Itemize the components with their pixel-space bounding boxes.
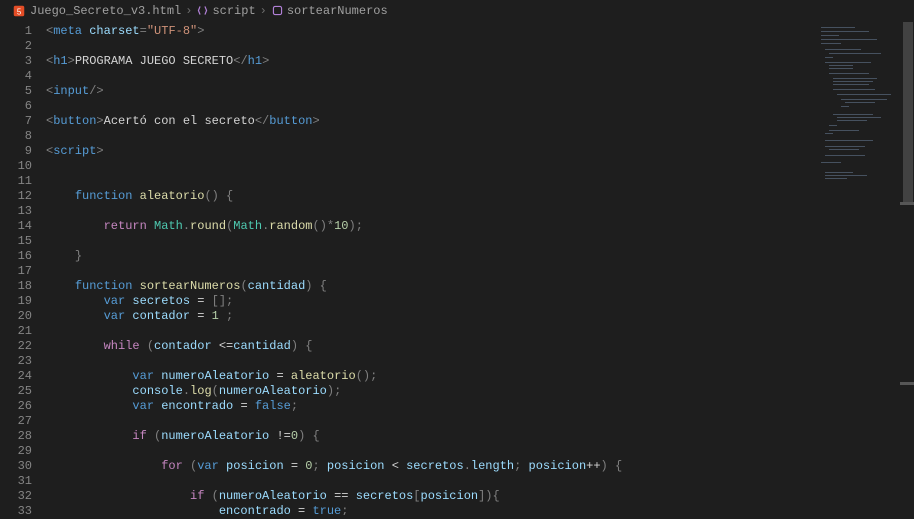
chevron-right-icon: › [185, 4, 192, 18]
code-line[interactable]: function aleatorio() { [46, 189, 914, 204]
line-number: 4 [0, 69, 32, 84]
line-number: 27 [0, 414, 32, 429]
line-number: 5 [0, 84, 32, 99]
editor[interactable]: 1234567891011121314151617181920212223242… [0, 22, 914, 515]
line-number: 12 [0, 189, 32, 204]
breadcrumb[interactable]: 5 Juego_Secreto_v3.html › script › sorte… [0, 0, 914, 22]
code-line[interactable]: while (contador <=cantidad) { [46, 339, 914, 354]
code-line[interactable]: var contador = 1 ; [46, 309, 914, 324]
line-number: 18 [0, 279, 32, 294]
code-line[interactable]: <h1>PROGRAMA JUEGO SECRETO</h1> [46, 54, 914, 69]
line-number: 6 [0, 99, 32, 114]
scrollbar-mark [900, 382, 914, 385]
breadcrumb-seg-label: script [212, 4, 255, 18]
code-line[interactable] [46, 159, 914, 174]
code-line[interactable]: for (var posicion = 0; posicion < secret… [46, 459, 914, 474]
svg-text:5: 5 [17, 7, 22, 16]
breadcrumb-file[interactable]: 5 Juego_Secreto_v3.html [12, 4, 181, 18]
scrollbar-thumb[interactable] [903, 22, 913, 202]
code-line[interactable]: <button>Acertó con el secreto</button> [46, 114, 914, 129]
line-number: 1 [0, 24, 32, 39]
code-line[interactable] [46, 129, 914, 144]
line-number: 16 [0, 249, 32, 264]
code-area[interactable]: <meta charset="UTF-8"> <h1>PROGRAMA JUEGO… [46, 22, 914, 515]
code-line[interactable]: encontrado = true; [46, 504, 914, 515]
code-line[interactable] [46, 474, 914, 489]
code-line[interactable] [46, 69, 914, 84]
code-line[interactable]: } [46, 249, 914, 264]
line-number: 30 [0, 459, 32, 474]
line-number: 21 [0, 324, 32, 339]
code-line[interactable]: return Math.round(Math.random()*10); [46, 219, 914, 234]
line-number: 26 [0, 399, 32, 414]
line-number: 15 [0, 234, 32, 249]
code-line[interactable] [46, 99, 914, 114]
method-icon [271, 4, 285, 18]
vertical-scrollbar[interactable] [900, 22, 914, 515]
code-line[interactable] [46, 234, 914, 249]
line-number: 14 [0, 219, 32, 234]
breadcrumb-seg-label: sortearNumeros [287, 4, 388, 18]
code-line[interactable]: if (numeroAleatorio == secretos[posicion… [46, 489, 914, 504]
breadcrumb-file-label: Juego_Secreto_v3.html [30, 4, 181, 18]
breadcrumb-seg-script[interactable]: script [196, 4, 255, 18]
chevron-right-icon: › [260, 4, 267, 18]
code-line[interactable]: var encontrado = false; [46, 399, 914, 414]
html-file-icon: 5 [12, 4, 26, 18]
code-line[interactable]: if (numeroAleatorio !=0) { [46, 429, 914, 444]
line-number: 11 [0, 174, 32, 189]
code-line[interactable] [46, 204, 914, 219]
code-line[interactable]: var numeroAleatorio = aleatorio(); [46, 369, 914, 384]
code-line[interactable] [46, 39, 914, 54]
line-number: 13 [0, 204, 32, 219]
code-line[interactable] [46, 324, 914, 339]
line-number: 10 [0, 159, 32, 174]
code-line[interactable] [46, 354, 914, 369]
line-number: 29 [0, 444, 32, 459]
line-number: 20 [0, 309, 32, 324]
line-number: 22 [0, 339, 32, 354]
code-line[interactable] [46, 174, 914, 189]
line-number: 9 [0, 144, 32, 159]
code-line[interactable]: function sortearNumeros(cantidad) { [46, 279, 914, 294]
line-number: 7 [0, 114, 32, 129]
breadcrumb-seg-function[interactable]: sortearNumeros [271, 4, 388, 18]
line-number: 8 [0, 129, 32, 144]
line-number-gutter: 1234567891011121314151617181920212223242… [0, 22, 46, 515]
line-number: 3 [0, 54, 32, 69]
line-number: 24 [0, 369, 32, 384]
code-line[interactable]: var secretos = []; [46, 294, 914, 309]
line-number: 32 [0, 489, 32, 504]
line-number: 19 [0, 294, 32, 309]
brackets-icon [196, 4, 210, 18]
scrollbar-mark [900, 202, 914, 205]
code-line[interactable]: <script> [46, 144, 914, 159]
code-line[interactable]: <input/> [46, 84, 914, 99]
line-number: 33 [0, 504, 32, 519]
line-number: 23 [0, 354, 32, 369]
line-number: 17 [0, 264, 32, 279]
code-line[interactable]: console.log(numeroAleatorio); [46, 384, 914, 399]
code-line[interactable] [46, 444, 914, 459]
code-line[interactable] [46, 264, 914, 279]
line-number: 2 [0, 39, 32, 54]
line-number: 25 [0, 384, 32, 399]
line-number: 28 [0, 429, 32, 444]
line-number: 31 [0, 474, 32, 489]
minimap[interactable] [815, 22, 900, 515]
code-line[interactable] [46, 414, 914, 429]
code-line[interactable]: <meta charset="UTF-8"> [46, 24, 914, 39]
